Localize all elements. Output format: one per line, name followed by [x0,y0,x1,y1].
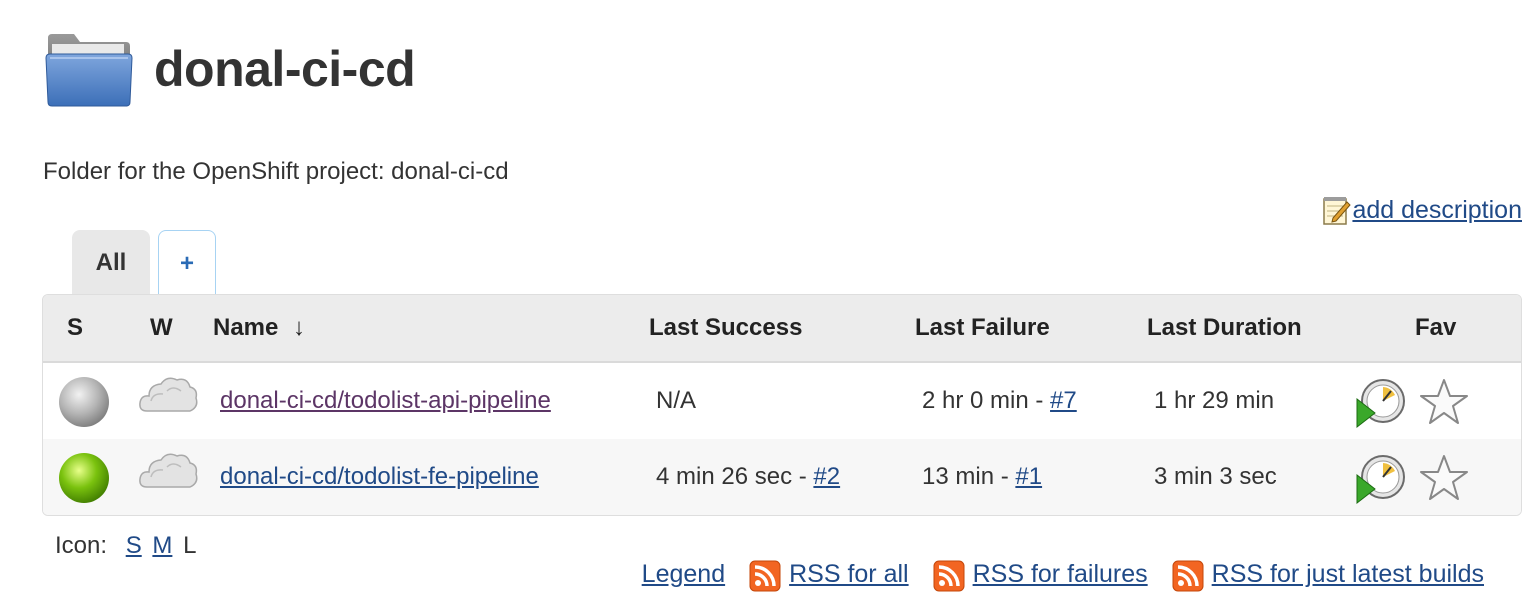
icon-size-medium[interactable]: M [152,532,172,559]
header-status[interactable]: S [67,295,83,361]
header-last-duration[interactable]: Last Duration [1147,295,1302,361]
favorite-star-icon[interactable] [1419,378,1469,426]
rss-icon [933,560,965,592]
favorite-star-icon[interactable] [1419,454,1469,502]
last-success-text: N/A [656,387,697,414]
last-duration-cell: 3 min 3 sec [1154,463,1277,490]
legend-bar: Legend RSS for all RSS for failures RSS … [618,556,1484,592]
last-success-cell: N/A [656,363,696,439]
rss-all-item: RSS for all [749,556,909,592]
job-link[interactable]: donal-ci-cd/todolist-fe-pipeline [220,463,539,490]
sort-arrow-icon: ↓ [293,314,306,341]
job-name-cell: donal-ci-cd/todolist-api-pipeline [220,363,551,439]
last-success-build-link[interactable]: #2 [813,463,840,490]
add-view-tab[interactable]: + [158,230,216,296]
add-description-link[interactable]: add description [1321,194,1522,226]
last-failure-text: 2 hr 0 min - [922,387,1051,414]
rss-icon [1172,560,1204,592]
header-name[interactable]: Name ↓ [213,295,305,361]
last-failure-cell: 13 min - #1 [922,439,1042,515]
job-name-cell: donal-ci-cd/todolist-fe-pipeline [220,439,539,515]
tab-all[interactable]: All [72,230,150,296]
page-header: donal-ci-cd [44,30,416,108]
icon-size-selector: Icon: S M L [55,532,196,560]
last-success-cell: 4 min 26 sec - #2 [656,439,840,515]
last-success-text: 4 min 26 sec - [656,463,814,490]
rss-all-link[interactable]: RSS for all [789,560,908,589]
rss-icon [749,560,781,592]
rss-latest-item: RSS for just latest builds [1172,556,1484,592]
last-duration-cell: 1 hr 29 min [1154,387,1275,414]
rss-failures-link[interactable]: RSS for failures [973,560,1148,589]
schedule-build-icon[interactable] [1355,453,1407,505]
add-description-label[interactable]: add description [1352,196,1522,225]
header-last-failure[interactable]: Last Failure [915,295,1050,361]
header-fav[interactable]: Fav [1415,295,1456,361]
rss-latest-link[interactable]: RSS for just latest builds [1212,560,1484,589]
page-title: donal-ci-cd [154,41,416,97]
table-row: donal-ci-cd/todolist-fe-pipeline 4 min 2… [43,439,1521,515]
icon-size-small[interactable]: S [126,532,142,559]
rss-failures-item: RSS for failures [933,556,1148,592]
grey-ball-icon [59,377,109,427]
legend-link[interactable]: Legend [642,560,725,589]
table-row: donal-ci-cd/todolist-api-pipeline N/A 2 … [43,363,1521,439]
icon-size-label: Icon: [55,532,108,559]
notepad-icon [1323,197,1352,225]
folder-icon [45,34,133,107]
header-weather[interactable]: W [150,295,173,361]
cloudy-icon [139,377,198,412]
job-link[interactable]: donal-ci-cd/todolist-api-pipeline [220,387,551,414]
header-last-success[interactable]: Last Success [649,295,802,361]
view-tabs: All + [72,230,224,296]
cloudy-icon [139,453,198,488]
last-failure-build-link[interactable]: #7 [1050,387,1077,414]
last-failure-cell: 2 hr 0 min - #7 [922,363,1077,439]
last-failure-text: 13 min - [922,463,1016,490]
table-header-row: S W Name ↓ Last Success Last Failure Las… [43,295,1521,363]
projects-table: S W Name ↓ Last Success Last Failure Las… [42,294,1522,516]
schedule-build-icon[interactable] [1355,377,1407,429]
icon-size-large: L [183,532,197,559]
green-ball-icon [59,453,109,503]
legend-item: Legend [642,560,725,589]
last-failure-build-link[interactable]: #1 [1015,463,1042,490]
folder-description: Folder for the OpenShift project: donal-… [43,158,509,185]
header-name-label: Name [213,314,279,341]
